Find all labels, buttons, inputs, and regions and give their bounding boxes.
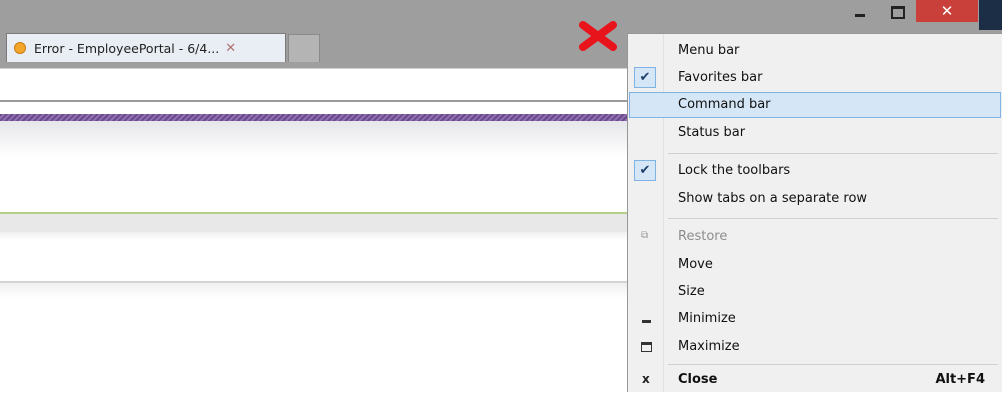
menu-item-maximize[interactable]: Maximize: [629, 334, 1001, 360]
menu-item-label: Command bar: [678, 97, 771, 112]
close-icon: x: [642, 372, 650, 386]
checkmark-icon: ✔: [634, 160, 656, 181]
menu-item-restore: ⧉ Restore: [629, 224, 1001, 250]
menu-item-lock-toolbars[interactable]: ✔ Lock the toolbars: [629, 158, 1001, 184]
menu-item-label: Maximize: [678, 339, 740, 354]
shortcut-label: Alt+F4: [935, 372, 985, 387]
menu-item-minimize[interactable]: Minimize: [629, 306, 1001, 332]
browser-tab[interactable]: Error - EmployeePortal - 6/4... ✕: [6, 33, 286, 62]
divider: [0, 100, 628, 102]
new-tab-button[interactable]: [288, 34, 320, 62]
restore-icon: ⧉: [641, 230, 649, 241]
checkmark-icon: ✔: [634, 67, 656, 88]
menu-item-command-bar[interactable]: Command bar: [629, 92, 1001, 118]
minimize-icon: [642, 320, 651, 323]
menu-item-label: Minimize: [678, 311, 736, 326]
window-maximize-button[interactable]: [882, 4, 912, 22]
menu-item-status-bar[interactable]: Status bar: [629, 120, 1001, 146]
favicon-icon: [14, 42, 26, 54]
menu-item-label: Lock the toolbars: [678, 163, 791, 178]
menu-item-size[interactable]: Size: [629, 279, 1001, 305]
nav-fade: [0, 232, 628, 240]
tab-title: Error - EmployeePortal - 6/4...: [34, 40, 220, 56]
menu-item-show-tabs-separate-row[interactable]: Show tabs on a separate row: [629, 186, 1001, 212]
menu-separator: [668, 153, 998, 154]
menu-item-label: Status bar: [678, 125, 746, 140]
menu-item-label: Show tabs on a separate row: [678, 191, 868, 206]
tab-close-icon[interactable]: ✕: [225, 41, 236, 56]
desktop-edge: [979, 0, 1002, 30]
menu-item-label: Restore: [678, 229, 728, 244]
header-stripe: [0, 114, 628, 121]
window-close-button[interactable]: ✕: [916, 0, 978, 22]
header-fade: [0, 121, 628, 157]
menu-item-label: Close: [678, 372, 718, 387]
content-fade: [0, 283, 628, 299]
menu-item-label: Menu bar: [678, 43, 740, 58]
menu-item-favorites-bar[interactable]: ✔ Favorites bar: [629, 65, 1001, 91]
menu-separator: [668, 364, 998, 365]
menu-item-label: Size: [678, 284, 705, 299]
command-bar-area: [0, 68, 628, 101]
maximize-icon: [641, 342, 652, 352]
red-x-annotation-icon: [579, 21, 617, 51]
menu-item-menu-bar[interactable]: Menu bar: [629, 38, 1001, 64]
window-minimize-button[interactable]: [845, 4, 875, 22]
menu-item-label: Favorites bar: [678, 70, 763, 85]
menu-item-move[interactable]: Move: [629, 252, 1001, 278]
menu-item-close[interactable]: x Close Alt+F4: [629, 367, 1001, 393]
menu-separator: [668, 218, 998, 219]
context-menu: Menu bar ✔ Favorites bar Command bar Sta…: [627, 33, 1002, 392]
menu-item-label: Move: [678, 257, 713, 272]
nav-band: [0, 214, 628, 232]
